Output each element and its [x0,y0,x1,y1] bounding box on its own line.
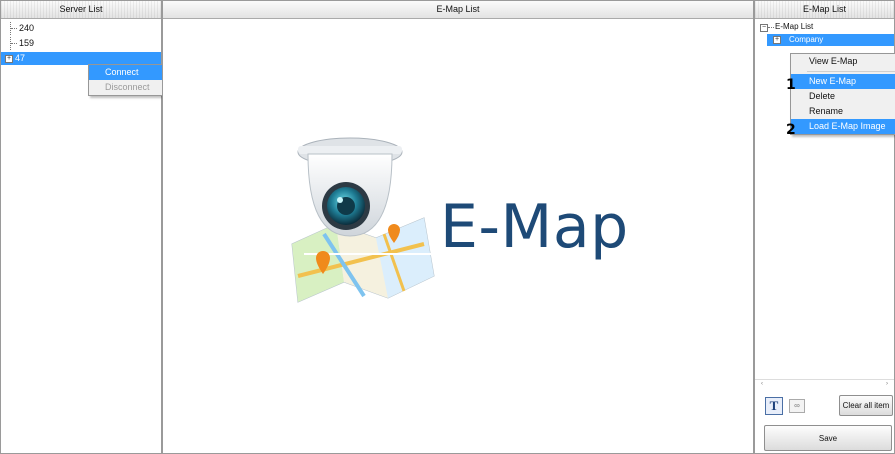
emap-company-item[interactable]: + Company [767,34,894,46]
clear-all-item-button[interactable]: Clear all item [839,395,893,416]
server-tree: 240 159 + 47 [1,19,161,65]
step-marker-1: 1 [786,77,796,93]
delete-menu-item[interactable]: Delete [791,89,895,104]
tree-branch [10,37,18,50]
new-emap-menu-item[interactable]: New E-Map [791,74,895,89]
save-button[interactable]: Save [764,425,892,451]
link-tool-icon[interactable]: ∞ [789,399,805,413]
collapse-icon[interactable]: − [760,24,768,32]
emap-list-header: E-Map List [755,1,894,19]
text-tool-button[interactable]: T [765,397,783,415]
menu-separator [807,71,895,72]
server-context-menu: Connect Disconnect [88,64,170,96]
expand-icon[interactable]: + [773,36,781,44]
emap-root-item[interactable]: − E-Map List [755,21,894,33]
emap-root-label: E-Map List [775,22,814,31]
scroll-right-icon[interactable]: › [886,381,888,387]
server-label: 240 [19,23,35,33]
server-list-header: Server List [1,1,161,19]
emap-logo-text: E-Map [440,192,629,262]
scroll-left-icon[interactable]: ‹ [761,381,763,387]
view-emap-menu-item[interactable]: View E-Map [791,54,895,69]
connect-menu-item[interactable]: Connect [89,65,169,80]
emap-logo-icon [291,137,435,303]
load-emap-image-menu-item[interactable]: Load E-Map Image [791,119,895,134]
emap-context-menu: View E-Map New E-Map Delete Rename Load … [790,53,895,135]
company-label: Company [789,35,824,44]
emap-view-header: E-Map List [163,1,753,19]
server-item-240[interactable]: 240 [1,22,161,35]
horizontal-scrollbar[interactable]: ‹ › [755,379,894,390]
server-label: 47 [15,53,26,63]
disconnect-menu-item[interactable]: Disconnect [89,80,169,95]
rename-menu-item[interactable]: Rename [791,104,895,119]
emap-tree: − E-Map List + Company [755,19,894,46]
step-marker-2: 2 [786,122,796,138]
expand-icon[interactable]: + [5,55,13,63]
tree-branch [10,22,18,35]
server-item-159[interactable]: 159 [1,37,161,50]
server-label: 159 [19,38,35,48]
